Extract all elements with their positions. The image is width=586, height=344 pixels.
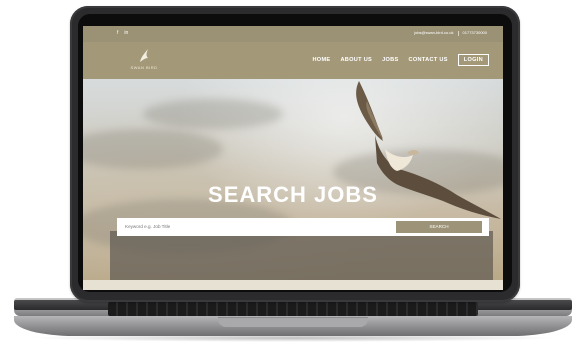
linkedin-icon[interactable]: in	[124, 30, 128, 36]
top-bar: f in jobs@swan-bird.co.uk 01773730000	[83, 26, 503, 42]
contact-info: jobs@swan-bird.co.uk 01773730000	[414, 30, 487, 36]
facebook-icon[interactable]: f	[117, 30, 118, 36]
social-links: f in	[117, 30, 128, 36]
cloud	[83, 129, 223, 169]
phone-link[interactable]: 01773730000	[463, 30, 487, 36]
logo[interactable]: SWAN BIRD	[120, 48, 168, 74]
search-bar: SEARCH	[117, 218, 489, 236]
laptop-trackpad	[218, 317, 368, 327]
main-nav: HOME ABOUT US JOBS CONTACT US LOGIN	[312, 54, 489, 66]
nav-jobs[interactable]: JOBS	[382, 57, 398, 63]
search-button[interactable]: SEARCH	[396, 221, 482, 233]
logo-text: SWAN BIRD	[130, 65, 158, 70]
laptop-screen: f in jobs@swan-bird.co.uk 01773730000 SW…	[83, 26, 503, 290]
search-input[interactable]	[125, 218, 375, 236]
navbar: SWAN BIRD HOME ABOUT US JOBS CONTACT US …	[83, 42, 503, 79]
nav-home[interactable]: HOME	[312, 57, 330, 63]
page-title: SEARCH JOBS	[208, 182, 378, 207]
laptop-keyboard	[108, 302, 478, 316]
email-link[interactable]: jobs@swan-bird.co.uk	[414, 30, 453, 36]
nav-about-us[interactable]: ABOUT US	[340, 57, 372, 63]
bird-logo-icon	[140, 49, 148, 62]
login-button[interactable]: LOGIN	[457, 54, 489, 66]
page-bottom-strip	[83, 280, 503, 290]
nav-contact-us[interactable]: CONTACT US	[409, 57, 448, 63]
divider	[457, 30, 459, 36]
cloud	[143, 99, 283, 129]
